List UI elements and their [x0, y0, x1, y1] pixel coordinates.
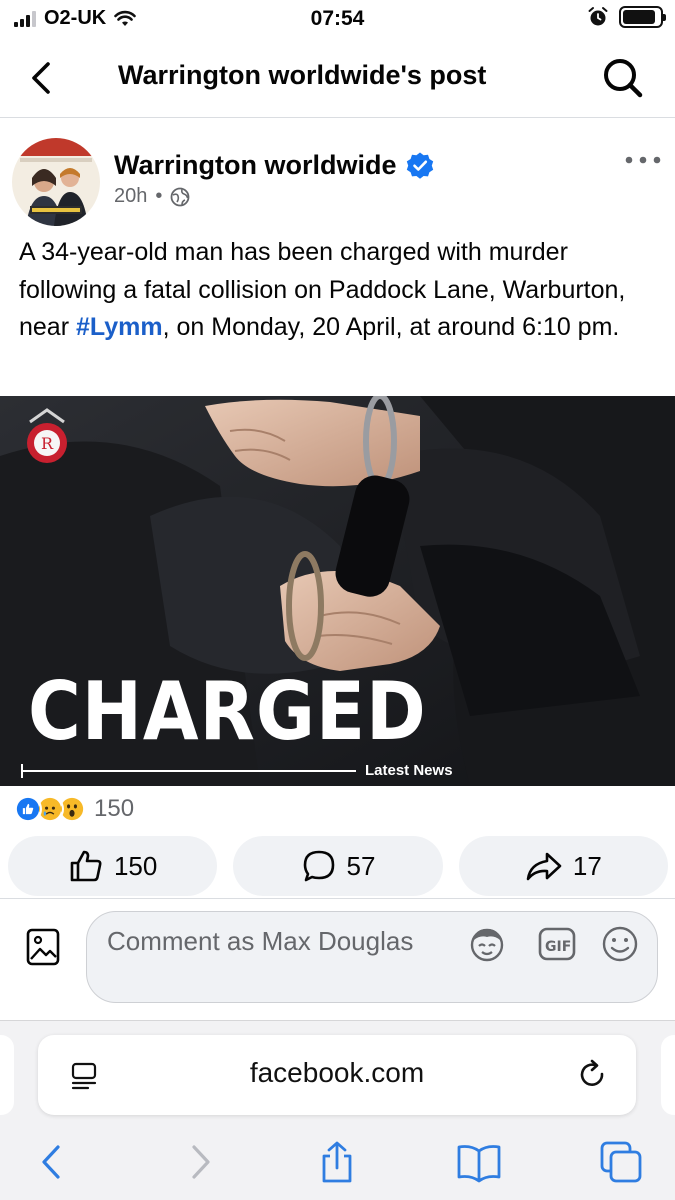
comment-bubble-icon	[303, 850, 334, 882]
image-caption: Latest News	[365, 762, 453, 779]
comment-placeholder: Comment as Max Douglas	[107, 926, 414, 956]
battery-level	[623, 10, 656, 24]
svg-text:R: R	[41, 434, 54, 453]
meta-separator: •	[155, 185, 163, 207]
comment-input[interactable]: Comment as Max Douglas GIF	[86, 911, 658, 1003]
status-time: 07:54	[310, 7, 365, 30]
like-button[interactable]: 150	[8, 836, 218, 896]
more-options-icon[interactable]	[623, 148, 663, 172]
verified-badge-icon	[406, 152, 433, 179]
app-header: Warrington worldwide's post	[0, 38, 675, 118]
url-text: facebook.com	[249, 1057, 425, 1088]
svg-text:GIF: GIF	[545, 939, 571, 955]
address-bar[interactable]: facebook.com	[38, 1035, 636, 1115]
alarm-icon	[588, 7, 608, 26]
bookmarks-icon[interactable]	[456, 1139, 502, 1185]
page-title: Warrington worldwide's post	[118, 60, 487, 90]
comment-composer: Comment as Max Douglas GIF	[0, 898, 675, 1020]
image-headline: CHARGED	[28, 665, 427, 758]
browser-share-icon[interactable]	[314, 1139, 360, 1185]
post-meta: 20h •	[114, 185, 190, 208]
thumbs-up-icon	[70, 850, 102, 882]
page-avatar[interactable]	[12, 138, 100, 226]
like-count: 150	[113, 850, 158, 881]
search-icon[interactable]	[599, 54, 647, 102]
browser-chrome: facebook.com	[0, 1020, 675, 1200]
photo-icon[interactable]	[25, 927, 61, 967]
hashtag-link[interactable]: #Lymm	[76, 313, 163, 341]
reaction-summary[interactable]: 150	[14, 794, 134, 824]
next-tab-peek[interactable]	[661, 1035, 675, 1115]
like-reaction-icon	[14, 795, 42, 823]
reaction-count: 150	[94, 795, 135, 822]
status-right	[587, 6, 666, 28]
gif-icon[interactable]: GIF	[537, 924, 577, 964]
battery-icon	[619, 6, 666, 28]
back-arrow-icon[interactable]	[22, 56, 66, 100]
post-author[interactable]: Warrington worldwide	[114, 150, 435, 181]
comment-count: 57	[346, 850, 376, 881]
browser-forward-icon[interactable]	[176, 1139, 222, 1185]
author-name[interactable]: Warrington worldwide	[114, 150, 397, 181]
emoji-icon[interactable]	[600, 924, 640, 964]
reload-icon[interactable]	[574, 1057, 610, 1093]
post-actions: 150 57 17	[8, 836, 668, 896]
post-text-end: , on Monday, 20 April, at around 6:10 pm…	[162, 313, 620, 341]
browser-toolbar	[0, 1139, 675, 1189]
comment-button[interactable]: 57	[233, 836, 443, 896]
globe-icon	[170, 187, 190, 206]
post-header: Warrington worldwide 20h •	[0, 130, 675, 226]
share-count: 17	[572, 850, 602, 881]
status-bar: O2-UK 07:54	[0, 0, 675, 38]
post-time[interactable]: 20h	[114, 185, 147, 208]
post-text: A 34-year-old man has been charged with …	[19, 234, 659, 347]
share-button[interactable]: 17	[458, 836, 668, 896]
tabs-icon[interactable]	[598, 1139, 644, 1185]
browser-back-icon[interactable]	[30, 1139, 76, 1185]
previous-tab-peek[interactable]	[0, 1035, 14, 1115]
share-arrow-icon	[526, 852, 562, 881]
avatar-sticker-icon[interactable]	[467, 924, 507, 964]
